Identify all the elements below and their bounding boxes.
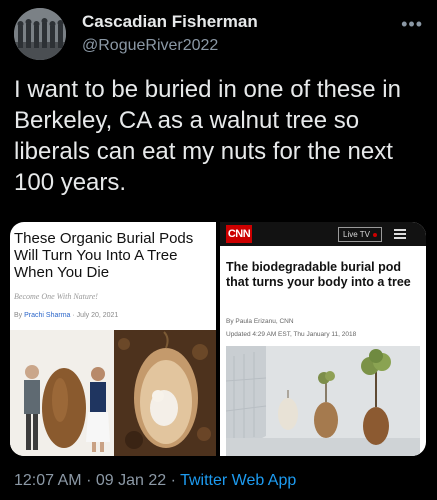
byline-sep: · <box>72 312 75 319</box>
tweet-date[interactable]: 09 Jan 22 <box>96 472 166 489</box>
left-article-byline: By Prachi Sharma · July 20, 2021 <box>14 312 118 319</box>
live-dot-icon <box>372 232 377 237</box>
left-article-image[interactable]: These Organic Burial Pods Will Turn You … <box>10 222 216 456</box>
cnn-header-bar: CNN Live TV <box>220 222 426 246</box>
meta-separator: · <box>86 472 92 489</box>
tweet-text: I want to be buried in one of these in B… <box>14 76 401 196</box>
author-name[interactable]: Cascadian Fisherman <box>82 12 258 32</box>
avatar-image <box>14 8 66 60</box>
live-tv-label: Live TV <box>343 230 370 239</box>
pod-with-body-photo <box>114 330 216 456</box>
left-article-subhead: Become One With Nature! <box>14 292 98 301</box>
byline-prefix: By <box>14 312 23 319</box>
live-tv-badge: Live TV <box>338 227 382 242</box>
tweet-time[interactable]: 12:07 AM <box>14 472 82 489</box>
hamburger-menu-icon <box>394 229 406 239</box>
pods-with-trees-photo <box>226 346 420 456</box>
people-with-pod-photo <box>10 330 114 456</box>
byline-author: Prachi Sharma <box>24 312 71 319</box>
right-article-image[interactable]: CNN Live TV The biodegradable burial pod… <box>220 222 426 456</box>
cnn-logo: CNN <box>226 225 252 243</box>
byline-date: July 20, 2021 <box>76 312 119 319</box>
tweet-meta: 12:07 AM · 09 Jan 22 · Twitter Web App <box>14 472 296 490</box>
author-handle[interactable]: @RogueRiver2022 <box>82 37 218 55</box>
tweet-source-link[interactable]: Twitter Web App <box>180 472 296 489</box>
left-article-headline: These Organic Burial Pods Will Turn You … <box>14 230 194 281</box>
right-article-byline: By Paula Erizanu, CNN <box>226 318 294 325</box>
meta-separator: · <box>170 472 176 489</box>
right-article-headline: The biodegradable burial pod that turns … <box>226 260 411 289</box>
tweet-media[interactable]: These Organic Burial Pods Will Turn You … <box>10 222 426 456</box>
avatar[interactable] <box>14 8 66 60</box>
right-article-updated: Updated 4:29 AM EST, Thu January 11, 201… <box>226 331 357 338</box>
more-dots-icon[interactable]: ••• <box>401 14 423 35</box>
